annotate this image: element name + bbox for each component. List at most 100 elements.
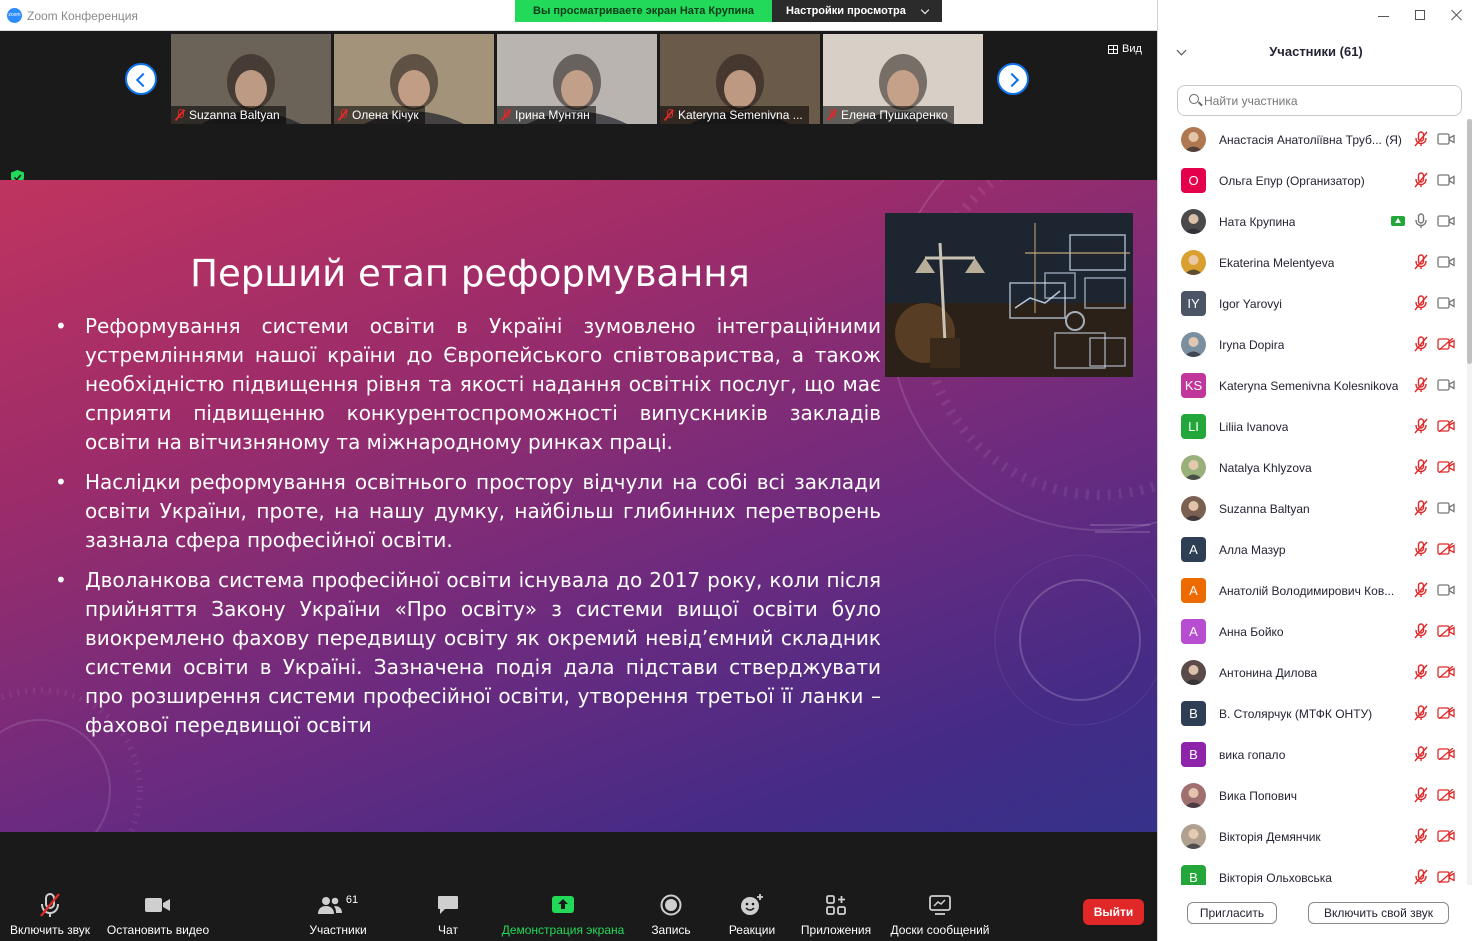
- video-thumbnail[interactable]: Suzanna Baltyan: [171, 34, 331, 124]
- microphone-muted-icon[interactable]: [1414, 664, 1428, 680]
- microphone-muted-icon[interactable]: [1414, 377, 1428, 393]
- participant-row[interactable]: А Анатолій Володимирович Ков...: [1158, 570, 1468, 611]
- video-camera-off-icon[interactable]: [1437, 420, 1455, 432]
- participant-search-input[interactable]: [1177, 85, 1462, 116]
- video-camera-off-icon[interactable]: [1437, 666, 1455, 678]
- chat-icon: [438, 896, 458, 914]
- avatar: KS: [1181, 373, 1206, 398]
- participant-row[interactable]: Ната Крупина: [1158, 201, 1468, 242]
- participant-row[interactable]: А Алла Мазур: [1158, 529, 1468, 570]
- leave-button[interactable]: Выйти: [1083, 899, 1144, 925]
- microphone-icon[interactable]: [1414, 213, 1428, 229]
- close-icon[interactable]: [1451, 9, 1463, 21]
- microphone-muted-icon[interactable]: [1414, 746, 1428, 762]
- participant-row[interactable]: А Анна Бойко: [1158, 611, 1468, 652]
- microphone-muted-icon[interactable]: [1414, 869, 1428, 885]
- participants-icon: [317, 897, 342, 914]
- minimize-icon[interactable]: [1378, 16, 1389, 17]
- microphone-muted-icon[interactable]: [1414, 500, 1428, 516]
- video-camera-off-icon[interactable]: [1437, 830, 1455, 842]
- video-thumbnail[interactable]: Елена Пушкаренко: [823, 34, 983, 124]
- participant-row[interactable]: KS Kateryna Semenivna Kolesnikova: [1158, 365, 1468, 406]
- microphone-muted-icon[interactable]: [1414, 131, 1428, 147]
- participant-row[interactable]: Ввика гопало: [1158, 734, 1468, 775]
- invite-button[interactable]: Пригласить: [1187, 902, 1277, 924]
- video-camera-off-icon[interactable]: [1437, 871, 1455, 883]
- video-camera-off-icon[interactable]: [1437, 707, 1455, 719]
- maximize-icon[interactable]: [1415, 10, 1425, 20]
- video-camera-icon[interactable]: [1437, 502, 1455, 514]
- view-settings-button[interactable]: Настройки просмотра: [772, 0, 942, 22]
- unmute-self-button[interactable]: Включить свой звук: [1308, 902, 1449, 924]
- scrollbar-thumb[interactable]: [1467, 119, 1472, 364]
- participant-name: Вика Попович: [1219, 788, 1298, 803]
- video-thumbnail[interactable]: Kateryna Semenivna ...: [660, 34, 820, 124]
- microphone-muted-icon[interactable]: [1414, 582, 1428, 598]
- microphone-muted-icon: [827, 109, 837, 121]
- stop-video-button[interactable]: Остановить видео: [104, 892, 212, 937]
- microphone-muted-icon[interactable]: [1414, 623, 1428, 639]
- avatar: А: [1181, 537, 1206, 562]
- video-camera-icon[interactable]: [1437, 297, 1455, 309]
- video-camera-off-icon[interactable]: [1437, 789, 1455, 801]
- participant-row[interactable]: Ekaterina Melentyeva: [1158, 242, 1468, 283]
- microphone-muted-icon[interactable]: [1414, 336, 1428, 352]
- participant-row[interactable]: Вика Попович: [1158, 775, 1468, 816]
- microphone-muted-icon[interactable]: [1414, 172, 1428, 188]
- video-camera-off-icon[interactable]: [1437, 748, 1455, 760]
- participant-row[interactable]: Вікторія Демянчик: [1158, 816, 1468, 857]
- view-button[interactable]: Вид: [1108, 43, 1142, 55]
- participant-row[interactable]: IY Igor Yarovyi: [1158, 283, 1468, 324]
- unmute-button[interactable]: Включить звук: [6, 892, 94, 937]
- participant-row[interactable]: Suzanna Baltyan: [1158, 488, 1468, 529]
- chat-button[interactable]: Чат: [430, 892, 466, 937]
- video-thumbnail[interactable]: Олена Кічук: [334, 34, 494, 124]
- microphone-muted-icon: [175, 109, 185, 121]
- reactions-button[interactable]: Реакции: [726, 892, 778, 937]
- video-camera-icon[interactable]: [1437, 133, 1455, 145]
- participant-row[interactable]: В Вікторія Ольховська: [1158, 857, 1468, 885]
- participant-row[interactable]: LI Liliia Ivanova: [1158, 406, 1468, 447]
- participant-row[interactable]: Антонина Дилова: [1158, 652, 1468, 693]
- thumbnail-name-tag: Ірина Мунтян: [497, 106, 596, 124]
- viewing-share-label: Вы просматриваете экран Ната Крупина: [515, 0, 773, 22]
- video-camera-icon[interactable]: [1437, 215, 1455, 227]
- next-page-button[interactable]: [997, 63, 1029, 95]
- participant-row[interactable]: В В. Столярчук (МТФК ОНТУ): [1158, 693, 1468, 734]
- video-thumbnail[interactable]: Ірина Мунтян: [497, 34, 657, 124]
- participant-row[interactable]: Natalya Khlyzova: [1158, 447, 1468, 488]
- video-camera-icon[interactable]: [1437, 584, 1455, 596]
- microphone-muted-icon[interactable]: [1414, 705, 1428, 721]
- video-camera-icon[interactable]: [1437, 256, 1455, 268]
- avatar: О: [1181, 168, 1206, 193]
- microphone-muted-icon[interactable]: [1414, 541, 1428, 557]
- video-camera-icon[interactable]: [1437, 379, 1455, 391]
- participant-row[interactable]: О Ольга Епур (Организатор): [1158, 160, 1468, 201]
- video-camera-off-icon[interactable]: [1437, 461, 1455, 473]
- record-button[interactable]: Запись: [648, 892, 694, 937]
- participant-row[interactable]: Iryna Dopira: [1158, 324, 1468, 365]
- participants-button[interactable]: 61 Участники: [305, 892, 371, 937]
- video-camera-off-icon[interactable]: [1437, 543, 1455, 555]
- reactions-smiley-icon: [741, 894, 763, 915]
- video-camera-icon[interactable]: [1437, 174, 1455, 186]
- apps-button[interactable]: Приложения: [798, 892, 874, 937]
- participant-list-scrollbar[interactable]: [1467, 119, 1472, 885]
- participant-row[interactable]: Анастасія Анатоліївна Труб... (Я): [1158, 119, 1468, 160]
- previous-page-button[interactable]: [125, 63, 157, 95]
- microphone-muted-icon[interactable]: [1414, 418, 1428, 434]
- video-camera-off-icon[interactable]: [1437, 338, 1455, 350]
- microphone-muted-icon[interactable]: [1414, 295, 1428, 311]
- video-camera-off-icon[interactable]: [1437, 625, 1455, 637]
- whiteboards-button[interactable]: Доски сообщений: [886, 892, 994, 937]
- slide-title: Перший етап реформування: [190, 252, 750, 295]
- microphone-muted-icon: [338, 109, 348, 121]
- microphone-muted-icon[interactable]: [1414, 459, 1428, 475]
- share-screen-button[interactable]: Демонстрация экрана: [497, 892, 629, 937]
- view-button-label: Вид: [1122, 43, 1142, 55]
- thumbnail-name: Ірина Мунтян: [515, 108, 590, 122]
- slide-bullet: Дволанкова система професійної освіти іс…: [55, 566, 881, 740]
- microphone-muted-icon[interactable]: [1414, 828, 1428, 844]
- microphone-muted-icon[interactable]: [1414, 787, 1428, 803]
- microphone-muted-icon[interactable]: [1414, 254, 1428, 270]
